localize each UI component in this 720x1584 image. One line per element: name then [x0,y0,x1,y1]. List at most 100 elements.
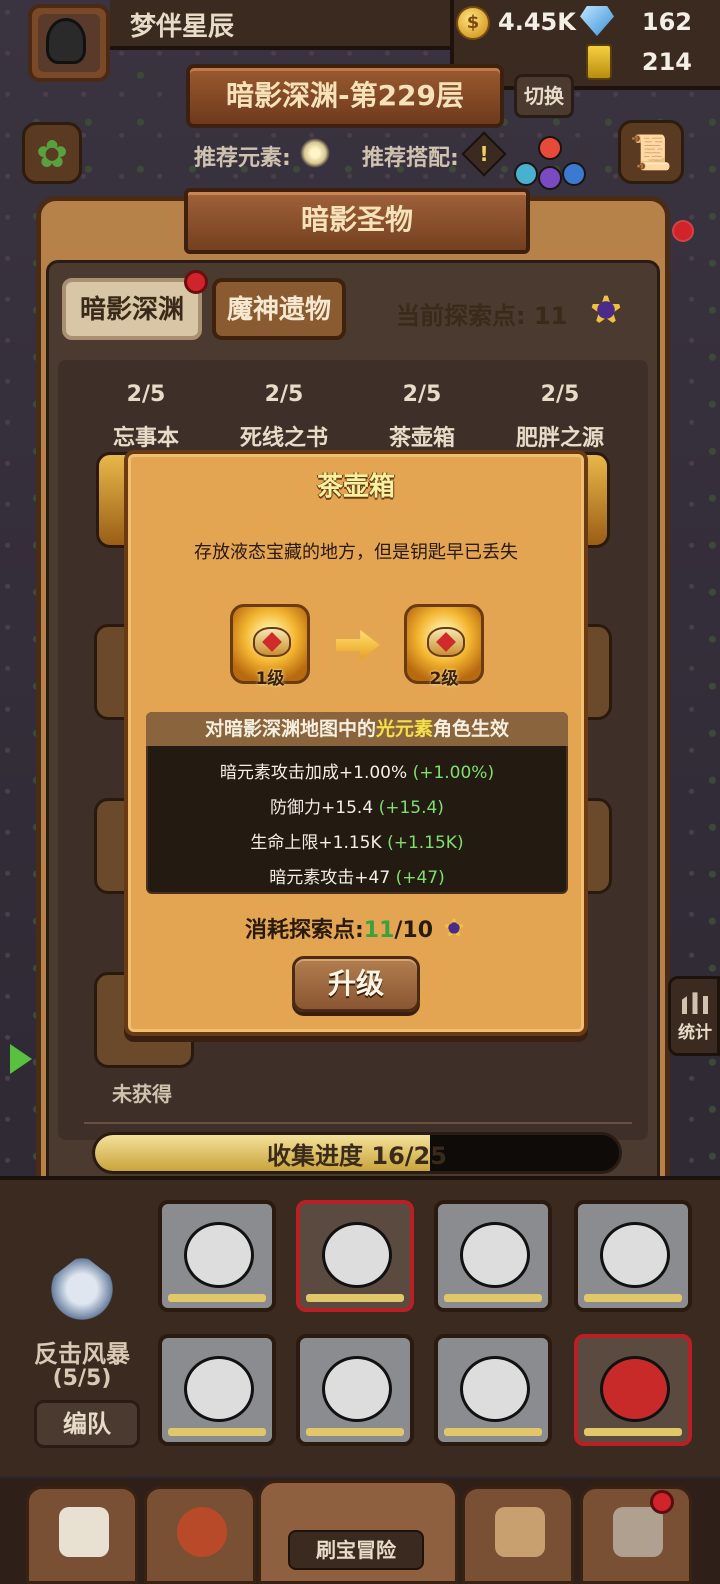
nav-hero-button[interactable] [144,1486,256,1584]
relic-count: 2/5 [264,382,304,407]
nav-shop-button[interactable] [26,1486,138,1584]
to-level-label: 2级 [429,669,459,689]
shop-icon [59,1507,109,1557]
relic-count: 2/5 [402,382,442,407]
gem-count: 162 [641,8,692,36]
clover-event-button[interactable] [22,122,82,184]
effect-header-prefix: 对暗影深渊地图中的 [204,718,376,740]
water-element-icon [562,162,586,186]
edit-team-button[interactable]: 编队 [34,1400,140,1448]
wind-element-icon [514,162,538,186]
effect-row: 暗元素攻击+47 (+47) [146,863,568,888]
light-element-icon [300,138,330,168]
effect-text: 生命上限+1.15K [250,833,382,853]
relic-count: 2/5 [126,382,166,407]
tab-notification-dot [184,270,208,294]
hero-bar [444,1294,542,1302]
effect-row: 暗元素攻击加成+1.00% (+1.00%) [146,758,568,783]
hero-portrait [184,1356,254,1422]
hero-bar [584,1428,682,1436]
stamina-icon [586,44,612,80]
effect-text: 暗元素攻击+47 [269,868,391,888]
upgrade-button[interactable]: 升级 [292,956,420,1012]
effect-row: 防御力+15.4 (+15.4) [146,793,568,818]
cost-label: 消耗探索点: [244,918,364,943]
tab-demon-relics[interactable]: 魔神遗物 [212,278,346,340]
hero-bar [168,1294,266,1302]
fire-element-icon [538,136,562,160]
scroll-quest-button[interactable] [618,120,684,184]
hero-slot[interactable] [296,1200,414,1312]
nav-backpack-button[interactable] [462,1486,574,1584]
explore-points-label: 当前探索点: 11 [396,302,568,330]
cost-line: 消耗探索点:11/10 [124,912,588,944]
effect-header-suffix: 角色生效 [433,718,510,740]
collection-progress-label: 收集进度 16/25 [267,1142,447,1170]
divider [84,1122,632,1124]
nav-adventure-label: 刷宝冒险 [288,1530,424,1570]
hero-slot[interactable] [434,1334,552,1446]
hero-slot[interactable] [158,1200,276,1312]
effect-header: 对暗影深渊地图中的光元素角色生效 [146,712,568,746]
relic-name: 肥胖之源 [515,426,604,451]
formation-count: (5/5) [52,1366,112,1391]
explore-star-icon [441,915,467,939]
dialog-description: 存放液态宝藏的地方，但是钥匙早已丢失 [194,542,518,563]
from-level-label: 1级 [255,669,285,689]
hero-portrait [600,1222,670,1288]
player-avatar[interactable] [28,4,110,82]
effect-row: 生命上限+1.15K (+1.15K) [146,828,568,853]
coin-icon [456,6,490,40]
stats-label: 统计 [678,1023,712,1043]
effect-delta: (+15.4) [378,798,444,818]
knight-helmet-icon [46,18,86,64]
hero-icon [177,1507,227,1557]
element-cluster-icon [508,136,618,192]
hero-bar [306,1428,404,1436]
hero-slot[interactable] [574,1334,692,1446]
effect-text: 防御力+15.4 [270,798,374,818]
nav-notification-dot [650,1490,674,1514]
effect-delta: (+1.00%) [412,763,495,783]
hero-portrait [322,1356,392,1422]
cost-need: /10 [394,918,434,943]
relic-name: 忘事本 [112,426,179,451]
hero-portrait [322,1222,392,1288]
effect-header-element: 光元素 [375,718,433,740]
hero-slot[interactable] [574,1200,692,1312]
backpack-icon [495,1507,545,1557]
hero-slot[interactable] [434,1200,552,1312]
cost-have: 11 [363,918,395,943]
switch-stage-button[interactable]: 切换 [514,74,574,118]
hero-portrait [600,1356,670,1422]
dark-element-icon [538,166,562,190]
nav-forge-button[interactable] [580,1486,692,1584]
coin-count: 4.45K [498,8,576,36]
formation-name: 反击风暴 [34,1340,130,1368]
stamina-count: 214 [641,48,692,76]
hero-bar [444,1428,542,1436]
hammer-icon [613,1507,663,1557]
hero-portrait [460,1222,530,1288]
panel-title: 暗影圣物 [300,203,413,236]
relic-name: 茶壶箱 [388,426,455,451]
recommended-combo-label: 推荐搭配: [362,146,459,171]
effect-delta: (+47) [395,868,445,888]
hero-slot[interactable] [296,1334,414,1446]
player-name: 梦伴星辰 [130,12,235,42]
relic-count: 2/5 [540,382,580,407]
effect-text: 暗元素攻击加成+1.00% [219,763,408,783]
recommended-element-label: 推荐元素: [194,146,291,171]
notification-dot [672,220,694,242]
stats-button[interactable] [668,976,720,1056]
dialog-title: 茶壶箱 [316,472,395,502]
stage-title: 暗影深渊-第229层 [225,79,465,112]
hero-bar [584,1294,682,1302]
tab-shadow-abyss[interactable]: 暗影深渊 [62,278,202,340]
unobtained-label: 未获得 [112,1082,172,1106]
hero-slot[interactable] [158,1334,276,1446]
hero-bar [306,1294,404,1302]
hero-portrait [184,1222,254,1288]
effect-delta: (+1.15K) [387,833,464,853]
hero-bar [168,1428,266,1436]
